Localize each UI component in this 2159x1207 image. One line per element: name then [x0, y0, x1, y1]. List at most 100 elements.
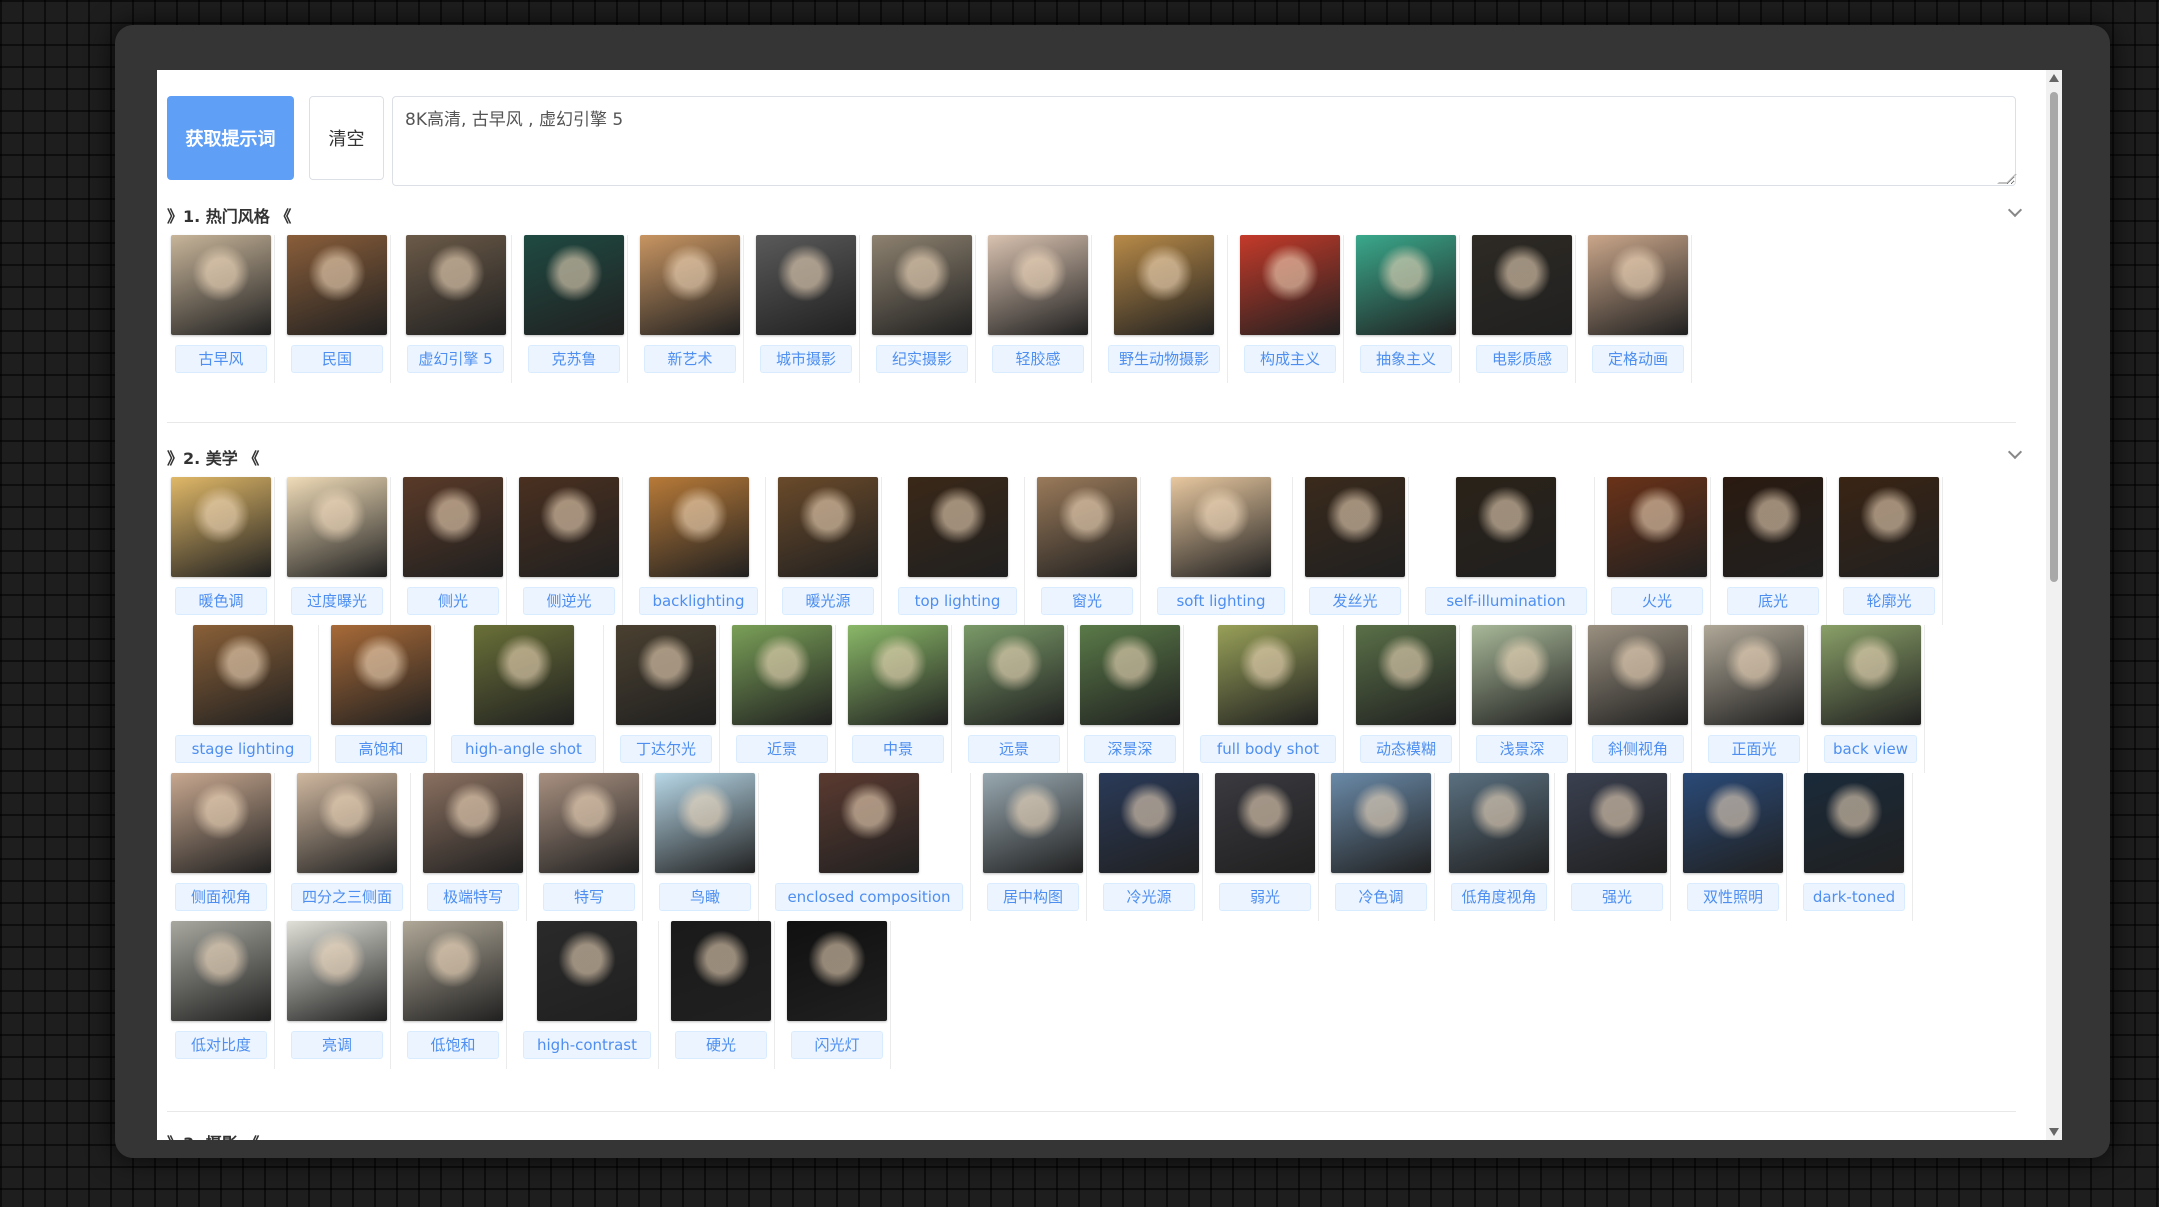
style-tile[interactable]: 双性照明	[1679, 773, 1787, 921]
style-tag[interactable]: high-contrast	[523, 1031, 651, 1059]
style-thumbnail[interactable]	[1356, 625, 1456, 725]
style-thumbnail[interactable]	[756, 235, 856, 335]
style-tag[interactable]: 远景	[968, 735, 1060, 763]
style-tag[interactable]: 野生动物摄影	[1108, 345, 1220, 373]
style-tag[interactable]: 斜侧视角	[1592, 735, 1684, 763]
style-tag[interactable]: 电影质感	[1476, 345, 1568, 373]
style-tile[interactable]: 亮调	[283, 921, 391, 1069]
style-thumbnail[interactable]	[171, 477, 271, 577]
style-tag[interactable]: 虚幻引擎 5	[407, 345, 504, 373]
style-thumbnail[interactable]	[403, 477, 503, 577]
style-tile[interactable]: 高饱和	[327, 625, 435, 773]
style-thumbnail[interactable]	[524, 235, 624, 335]
style-tile[interactable]: 浅景深	[1468, 625, 1576, 773]
style-tile[interactable]: stage lighting	[167, 625, 319, 773]
style-tag[interactable]: 深景深	[1084, 735, 1176, 763]
style-tag[interactable]: 底光	[1727, 587, 1819, 615]
style-tile[interactable]: 虚幻引擎 5	[399, 235, 512, 383]
style-tile[interactable]: 居中构图	[979, 773, 1087, 921]
style-thumbnail[interactable]	[1331, 773, 1431, 873]
style-tag[interactable]: 中景	[852, 735, 944, 763]
clear-button[interactable]: 清空	[309, 96, 384, 180]
style-tag[interactable]: 低饱和	[407, 1031, 499, 1059]
style-tag[interactable]: dark-toned	[1803, 883, 1905, 911]
style-tile[interactable]: 侧面视角	[167, 773, 275, 921]
section-header[interactable]: 》2. 美学 《	[167, 444, 2026, 468]
style-tile[interactable]: top lighting	[890, 477, 1025, 625]
style-tag[interactable]: 极端特写	[427, 883, 519, 911]
style-tile[interactable]: 底光	[1719, 477, 1827, 625]
style-tag[interactable]: self-illumination	[1425, 587, 1587, 615]
style-tag[interactable]: 暖色调	[175, 587, 267, 615]
style-thumbnail[interactable]	[655, 773, 755, 873]
style-tile[interactable]: backlighting	[631, 477, 766, 625]
style-tile[interactable]: 暖光源	[774, 477, 882, 625]
style-tag[interactable]: 丁达尔光	[620, 735, 712, 763]
style-thumbnail[interactable]	[1240, 235, 1340, 335]
style-thumbnail[interactable]	[964, 625, 1064, 725]
style-tag[interactable]: 低对比度	[175, 1031, 267, 1059]
style-thumbnail[interactable]	[1472, 625, 1572, 725]
style-thumbnail[interactable]	[1171, 477, 1271, 577]
style-tile[interactable]: 弱光	[1211, 773, 1319, 921]
style-thumbnail[interactable]	[778, 477, 878, 577]
style-tag[interactable]: 特写	[543, 883, 635, 911]
style-tag[interactable]: stage lighting	[175, 735, 311, 763]
chevron-down-icon[interactable]	[2007, 202, 2023, 218]
style-tile[interactable]: 丁达尔光	[612, 625, 720, 773]
style-tag[interactable]: 轻胶感	[992, 345, 1084, 373]
style-tile[interactable]: 克苏鲁	[520, 235, 628, 383]
style-tile[interactable]: 定格动画	[1584, 235, 1692, 383]
style-thumbnail[interactable]	[1037, 477, 1137, 577]
style-tag[interactable]: 浅景深	[1476, 735, 1568, 763]
style-tag[interactable]: 侧逆光	[523, 587, 615, 615]
style-tile[interactable]: 过度曝光	[283, 477, 391, 625]
style-thumbnail[interactable]	[1804, 773, 1904, 873]
style-tag[interactable]: 冷色调	[1335, 883, 1427, 911]
style-tile[interactable]: 轻胶感	[984, 235, 1092, 383]
chevron-down-icon[interactable]	[2007, 444, 2023, 460]
style-thumbnail[interactable]	[1456, 477, 1556, 577]
style-thumbnail[interactable]	[287, 235, 387, 335]
style-thumbnail[interactable]	[1099, 773, 1199, 873]
style-thumbnail[interactable]	[1723, 477, 1823, 577]
style-tag[interactable]: 城市摄影	[760, 345, 852, 373]
style-thumbnail[interactable]	[537, 921, 637, 1021]
style-tag[interactable]: 民国	[291, 345, 383, 373]
style-tag[interactable]: full body shot	[1200, 735, 1336, 763]
style-tag[interactable]: 弱光	[1219, 883, 1311, 911]
style-tile[interactable]: 低饱和	[399, 921, 507, 1069]
style-tile[interactable]: full body shot	[1192, 625, 1344, 773]
style-tag[interactable]: 侧光	[407, 587, 499, 615]
style-tile[interactable]: 斜侧视角	[1584, 625, 1692, 773]
style-thumbnail[interactable]	[1704, 625, 1804, 725]
style-tag[interactable]: 轮廓光	[1843, 587, 1935, 615]
style-thumbnail[interactable]	[297, 773, 397, 873]
style-tile[interactable]: 正面光	[1700, 625, 1808, 773]
style-tag[interactable]: 新艺术	[644, 345, 736, 373]
style-thumbnail[interactable]	[908, 477, 1008, 577]
style-tag[interactable]: 暖光源	[782, 587, 874, 615]
style-tag[interactable]: 抽象主义	[1360, 345, 1452, 373]
style-tile[interactable]: enclosed composition	[767, 773, 971, 921]
style-tag[interactable]: 高饱和	[335, 735, 427, 763]
style-tile[interactable]: 特写	[535, 773, 643, 921]
style-tag[interactable]: 侧面视角	[175, 883, 267, 911]
style-tag[interactable]: 硬光	[675, 1031, 767, 1059]
style-thumbnail[interactable]	[1839, 477, 1939, 577]
style-thumbnail[interactable]	[848, 625, 948, 725]
style-thumbnail[interactable]	[640, 235, 740, 335]
style-thumbnail[interactable]	[331, 625, 431, 725]
style-tile[interactable]: 硬光	[667, 921, 775, 1069]
style-tag[interactable]: top lighting	[898, 587, 1017, 615]
style-tag[interactable]: 发丝光	[1309, 587, 1401, 615]
style-tile[interactable]: 冷光源	[1095, 773, 1203, 921]
style-tag[interactable]: 构成主义	[1244, 345, 1336, 373]
style-tile[interactable]: high-contrast	[515, 921, 659, 1069]
style-thumbnail[interactable]	[649, 477, 749, 577]
style-tag[interactable]: 双性照明	[1687, 883, 1779, 911]
style-thumbnail[interactable]	[406, 235, 506, 335]
style-tile[interactable]: 抽象主义	[1352, 235, 1460, 383]
style-thumbnail[interactable]	[1607, 477, 1707, 577]
style-thumbnail[interactable]	[787, 921, 887, 1021]
